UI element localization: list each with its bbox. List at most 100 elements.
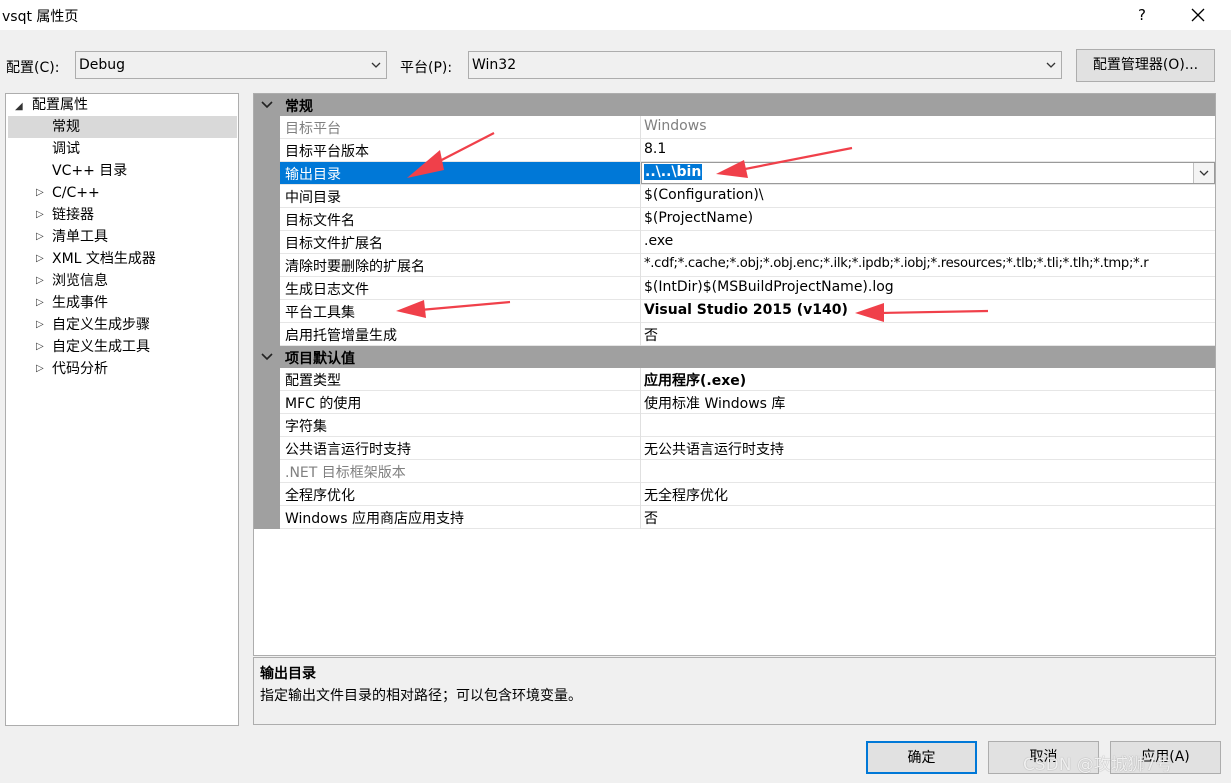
chevron-down-icon <box>1199 170 1209 176</box>
close-icon <box>1191 8 1205 22</box>
chevron-down-icon <box>261 353 273 361</box>
property-value: 使用标准 Windows 库 <box>644 396 786 412</box>
grid-row-character-set[interactable]: 字符集 <box>280 414 1215 437</box>
tree-item-general[interactable]: 常规 <box>8 116 237 138</box>
tree-item-linker[interactable]: 链接器 <box>52 204 94 226</box>
grid-row-intermediate-directory[interactable]: 中间目录 $(Configuration)\ <box>280 185 1215 208</box>
property-name: 全程序优化 <box>285 488 355 504</box>
description-title: 输出目录 <box>260 666 316 682</box>
output-directory-input[interactable]: ..\..\bin <box>641 162 1215 184</box>
property-value: Windows <box>644 118 707 134</box>
chevron-down-icon <box>261 101 273 109</box>
help-button[interactable]: ? <box>1131 3 1153 27</box>
grid-row-output-directory[interactable]: 输出目录 ..\..\bin <box>280 162 1215 185</box>
grid-row-use-of-mfc[interactable]: MFC 的使用 使用标准 Windows 库 <box>280 391 1215 414</box>
chevron-down-icon <box>1046 62 1056 68</box>
platform-select[interactable]: Win32 <box>468 51 1062 79</box>
chevron-down-icon <box>371 62 381 68</box>
tree-item-xml-doc-generator[interactable]: XML 文档生成器 <box>52 248 156 270</box>
platform-label: 平台(P): <box>400 60 453 76</box>
grid-row-target-name[interactable]: 目标文件名 $(ProjectName) <box>280 208 1215 231</box>
collapsed-triangle-icon[interactable]: ▷ <box>36 209 44 220</box>
grid-row-platform-toolset[interactable]: 平台工具集 Visual Studio 2015 (v140) <box>280 300 1215 323</box>
property-name: 目标文件扩展名 <box>285 236 383 252</box>
category-title: 常规 <box>285 99 313 115</box>
description-text: 指定输出文件目录的相对路径；可以包含环境变量。 <box>260 688 582 704</box>
grid-row-configuration-type[interactable]: 配置类型 应用程序(.exe) <box>280 368 1215 391</box>
property-value: 否 <box>644 328 658 344</box>
grid-row-target-platform[interactable]: 目标平台 Windows <box>280 116 1215 139</box>
property-name: 清除时要删除的扩展名 <box>285 259 425 275</box>
property-name: Windows 应用商店应用支持 <box>285 511 464 527</box>
property-name: 配置类型 <box>285 373 341 389</box>
property-name: 目标文件名 <box>285 213 355 229</box>
collapsed-triangle-icon[interactable]: ▷ <box>36 341 44 352</box>
property-name: 平台工具集 <box>285 305 355 321</box>
property-name: 目标平台 <box>285 121 341 137</box>
collapsed-triangle-icon[interactable]: ▷ <box>36 253 44 264</box>
property-value: $(IntDir)$(MSBuildProjectName).log <box>644 279 894 295</box>
property-value: 8.1 <box>644 141 667 157</box>
property-value: ..\..\bin <box>644 164 703 180</box>
property-value: *.cdf;*.cache;*.obj;*.obj.enc;*.ilk;*.ip… <box>644 256 1149 271</box>
tree-item-build-events[interactable]: 生成事件 <box>52 292 108 314</box>
tree-root[interactable]: 配置属性 <box>32 94 88 116</box>
grid-gutter <box>254 116 280 346</box>
grid-row-build-log-file[interactable]: 生成日志文件 $(IntDir)$(MSBuildProjectName).log <box>280 277 1215 300</box>
tree-item-cpp[interactable]: C/C++ <box>52 182 100 204</box>
tree-item-manifest-tool[interactable]: 清单工具 <box>52 226 108 248</box>
property-value: 应用程序(.exe) <box>644 373 747 389</box>
tree-item-custom-build-step[interactable]: 自定义生成步骤 <box>52 314 150 336</box>
tree-item-vc-directories[interactable]: VC++ 目录 <box>52 160 127 182</box>
grid-row-clean-extensions[interactable]: 清除时要删除的扩展名 *.cdf;*.cache;*.obj;*.obj.enc;… <box>280 254 1215 277</box>
property-value: .exe <box>644 233 674 249</box>
description-panel: 输出目录 指定输出文件目录的相对路径；可以包含环境变量。 <box>253 657 1216 725</box>
property-value: Visual Studio 2015 (v140) <box>644 302 848 318</box>
close-button[interactable] <box>1184 3 1212 27</box>
collapsed-triangle-icon[interactable]: ▷ <box>36 231 44 242</box>
grid-row-whole-program-optimization[interactable]: 全程序优化 无全程序优化 <box>280 483 1215 506</box>
grid-row-managed-incremental-build[interactable]: 启用托管增量生成 否 <box>280 323 1215 346</box>
config-select[interactable]: Debug <box>75 51 387 79</box>
property-value: 无全程序优化 <box>644 488 728 504</box>
category-project-defaults[interactable]: 项目默认值 <box>254 346 1215 368</box>
collapsed-triangle-icon[interactable]: ▷ <box>36 187 44 198</box>
property-name: 公共语言运行时支持 <box>285 442 411 458</box>
tree-item-custom-build-tool[interactable]: 自定义生成工具 <box>52 336 150 358</box>
property-name: 输出目录 <box>285 167 341 183</box>
property-name: 中间目录 <box>285 190 341 206</box>
property-name: 字符集 <box>285 419 327 435</box>
property-value: $(ProjectName) <box>644 210 754 226</box>
property-grid: 常规 目标平台 Windows 目标平台版本 8.1 输出目录 ..\..\bin … <box>253 93 1216 656</box>
property-name: 目标平台版本 <box>285 144 369 160</box>
collapsed-triangle-icon[interactable]: ▷ <box>36 363 44 374</box>
property-name: MFC 的使用 <box>285 396 362 412</box>
tree-item-debugging[interactable]: 调试 <box>52 138 80 160</box>
grid-row-target-platform-version[interactable]: 目标平台版本 8.1 <box>280 139 1215 162</box>
property-value: 无公共语言运行时支持 <box>644 442 784 458</box>
category-general[interactable]: 常规 <box>254 94 1215 116</box>
tree-item-label: 常规 <box>52 119 80 135</box>
property-name: .NET 目标框架版本 <box>285 465 406 481</box>
property-name: 生成日志文件 <box>285 282 369 298</box>
title-bar: vsqt 属性页 ? <box>0 0 1231 30</box>
expanded-triangle-icon[interactable]: ◢ <box>15 101 23 112</box>
collapsed-triangle-icon[interactable]: ▷ <box>36 297 44 308</box>
property-value: $(Configuration)\ <box>644 187 764 203</box>
tree-item-code-analysis[interactable]: 代码分析 <box>52 358 108 380</box>
grid-row-dotnet-target-framework[interactable]: .NET 目标框架版本 <box>280 460 1215 483</box>
window-title: vsqt 属性页 <box>2 9 79 25</box>
property-value: 否 <box>644 511 658 527</box>
config-value: Debug <box>79 57 126 73</box>
property-name: 启用托管增量生成 <box>285 328 397 344</box>
collapsed-triangle-icon[interactable]: ▷ <box>36 275 44 286</box>
collapsed-triangle-icon[interactable]: ▷ <box>36 319 44 330</box>
dropdown-button[interactable] <box>1193 163 1214 183</box>
tree-item-browse-info[interactable]: 浏览信息 <box>52 270 108 292</box>
grid-row-windows-store-app-support[interactable]: Windows 应用商店应用支持 否 <box>280 506 1215 529</box>
grid-row-target-extension[interactable]: 目标文件扩展名 .exe <box>280 231 1215 254</box>
grid-gutter <box>254 368 280 529</box>
ok-button[interactable]: 确定 <box>866 741 977 774</box>
config-manager-button[interactable]: 配置管理器(O)... <box>1076 49 1215 82</box>
grid-row-clr-support[interactable]: 公共语言运行时支持 无公共语言运行时支持 <box>280 437 1215 460</box>
